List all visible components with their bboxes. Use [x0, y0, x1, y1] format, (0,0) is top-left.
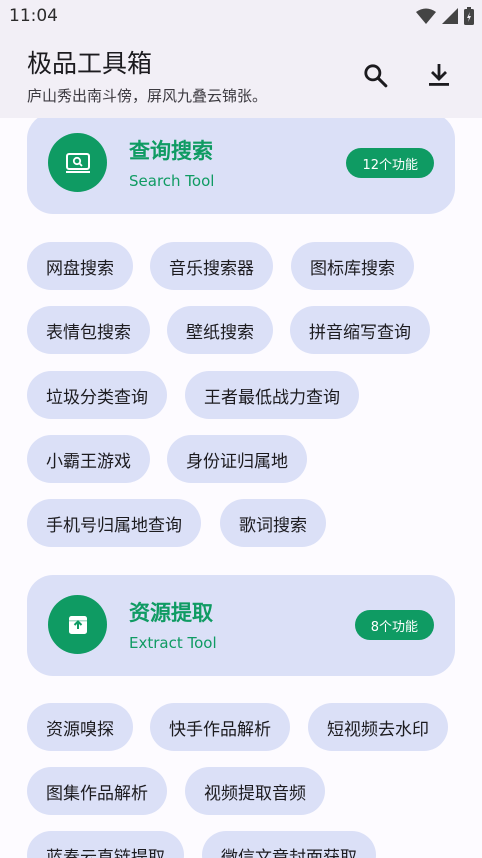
- section-subtitle: Extract Tool: [129, 634, 217, 652]
- status-time: 11:04: [9, 6, 58, 26]
- tool-list[interactable]: 查询搜索 Search Tool 12个功能 网盘搜索 音乐搜索器 图标库搜索 …: [0, 118, 482, 858]
- download-icon: [429, 64, 449, 86]
- tool-chip[interactable]: 拼音缩写查询: [290, 306, 430, 354]
- section-count-badge: 12个功能: [346, 148, 434, 178]
- tool-chip[interactable]: 王者最低战力查询: [185, 371, 359, 419]
- tool-chip[interactable]: 短视频去水印: [308, 703, 448, 751]
- section-title: 查询搜索: [129, 139, 213, 163]
- tool-chip[interactable]: 手机号归属地查询: [27, 499, 201, 547]
- tool-chip[interactable]: 网盘搜索: [27, 242, 133, 290]
- section-count-badge: 8个功能: [354, 610, 434, 640]
- search-screen-icon: [65, 152, 90, 173]
- extract-box-icon-circle: [48, 595, 107, 654]
- tool-chip[interactable]: 微信文章封面获取: [202, 831, 376, 858]
- tool-chip[interactable]: 音乐搜索器: [150, 242, 273, 290]
- tool-chip[interactable]: 资源嗅探: [27, 703, 133, 751]
- wifi-icon: [416, 8, 436, 24]
- app-subtitle: 庐山秀出南斗傍，屏风九叠云锦张。: [27, 87, 268, 105]
- tool-chip[interactable]: 图标库搜索: [291, 242, 414, 290]
- section-card-extract[interactable]: 资源提取 Extract Tool 8个功能: [27, 575, 455, 676]
- status-bar: 11:04: [0, 0, 482, 32]
- battery-icon: [464, 7, 474, 25]
- status-icons: [416, 6, 474, 26]
- tool-chip[interactable]: 身份证归属地: [167, 435, 307, 483]
- search-icon: [364, 64, 388, 88]
- app-bar: 极品工具箱 庐山秀出南斗傍，屏风九叠云锦张。: [0, 32, 482, 118]
- signal-icon: [442, 8, 458, 24]
- download-button[interactable]: [422, 58, 456, 92]
- tool-chip[interactable]: 表情包搜索: [27, 306, 150, 354]
- app-title: 极品工具箱: [27, 49, 153, 78]
- tool-chip[interactable]: 垃圾分类查询: [27, 371, 167, 419]
- tool-chip[interactable]: 视频提取音频: [185, 767, 325, 815]
- search-button[interactable]: [358, 58, 392, 92]
- section-card-search[interactable]: 查询搜索 Search Tool 12个功能: [27, 118, 455, 214]
- tool-chip[interactable]: 图集作品解析: [27, 767, 167, 815]
- section-title: 资源提取: [129, 601, 213, 625]
- tool-chip[interactable]: 快手作品解析: [150, 703, 290, 751]
- tool-chip[interactable]: 歌词搜索: [220, 499, 326, 547]
- section-subtitle: Search Tool: [129, 172, 215, 190]
- tool-chip[interactable]: 壁纸搜索: [167, 306, 273, 354]
- extract-box-icon: [68, 615, 87, 634]
- tool-chip[interactable]: 小霸王游戏: [27, 435, 150, 483]
- tool-chip[interactable]: 蓝奏云直链提取: [27, 831, 184, 858]
- search-screen-icon-circle: [48, 133, 107, 192]
